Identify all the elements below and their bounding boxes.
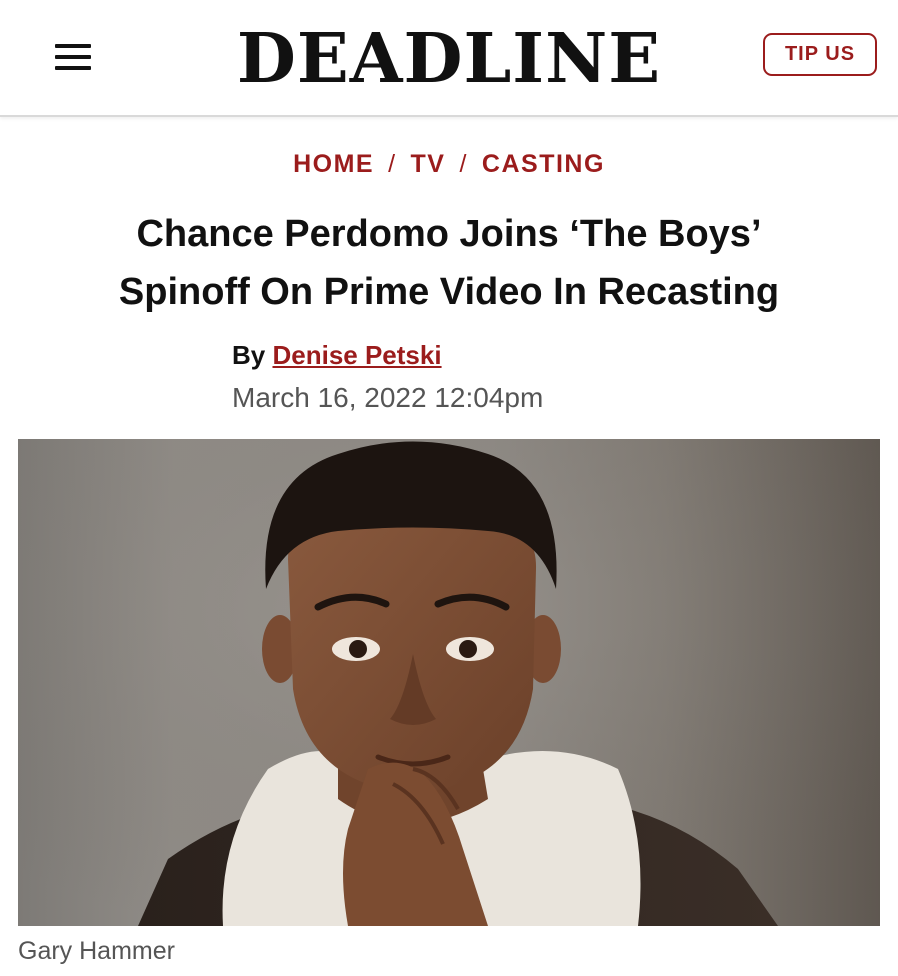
- breadcrumb-casting[interactable]: CASTING: [482, 150, 605, 178]
- breadcrumb-separator: /: [459, 150, 468, 178]
- tip-us-button[interactable]: TIP US: [763, 33, 877, 76]
- publish-date: March 16, 2022 12:04pm: [232, 382, 544, 413]
- hero-photo: [18, 439, 880, 926]
- breadcrumb-home[interactable]: HOME: [293, 150, 374, 178]
- headline-line-2: Spinoff On Prime Video In Recasting: [118, 271, 780, 313]
- portrait-illustration: [18, 439, 880, 926]
- author-link[interactable]: Denise Petski: [272, 340, 441, 370]
- article-headline: Chance Perdomo Joins ‘The Boys’ Spinoff …: [40, 205, 858, 321]
- image-credit: Gary Hammer: [18, 937, 175, 965]
- headline-line-1: Chance Perdomo Joins ‘The Boys’: [136, 213, 762, 255]
- byline: By Denise Petski: [232, 340, 442, 371]
- byline-prefix: By: [232, 340, 266, 370]
- breadcrumb-tv[interactable]: TV: [411, 150, 446, 178]
- site-header: DEADLINE TIP US: [0, 0, 898, 117]
- breadcrumb: HOME / TV / CASTING: [0, 150, 898, 179]
- breadcrumb-separator: /: [388, 150, 397, 178]
- article-page: DEADLINE TIP US HOME / TV / CASTING Chance P…: [0, 0, 898, 976]
